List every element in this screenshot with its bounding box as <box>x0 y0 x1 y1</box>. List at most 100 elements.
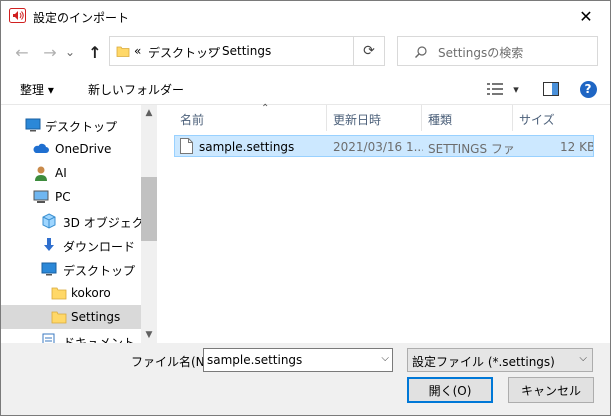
file-icon <box>180 138 193 154</box>
sidebar-item-label: デスクトップ <box>45 120 118 134</box>
command-toolbar: 整理 ▾ 新しいフォルダー ▾ ? <box>1 73 610 105</box>
dialog-footer: ファイル名(N): sample.settings ⌵ 設定ファイル (*.se… <box>1 343 610 415</box>
details-view-icon <box>487 83 503 95</box>
search-box[interactable]: Settingsの検索 <box>397 36 598 66</box>
sidebar-item-label: Settings <box>71 310 121 324</box>
filename-label: ファイル名(N): <box>131 355 214 369</box>
sidebar-item-pc[interactable]: PC <box>1 185 141 209</box>
column-header-label: 種類 <box>428 113 453 127</box>
close-icon: ✕ <box>579 6 593 26</box>
navigation-bar: ← → ⌄ ↑ « デスクトップ › Settings ⟳ Settingsの検… <box>1 31 610 73</box>
file-row[interactable]: sample.settings 2021/03/16 1... SETTINGS… <box>174 135 594 157</box>
title-bar: 設定のインポート ✕ <box>1 1 610 31</box>
forward-button[interactable]: → <box>40 42 60 62</box>
chevron-down-icon: ▾ <box>513 82 519 96</box>
open-button[interactable]: 開く(O) <box>407 377 493 403</box>
scrollbar-thumb[interactable] <box>141 177 157 241</box>
help-glyph: ? <box>584 82 592 96</box>
computer-icon <box>33 190 49 203</box>
import-settings-dialog: 設定のインポート ✕ ← → ⌄ ↑ « デスクトップ › Settings ⟳… <box>0 0 611 416</box>
divider <box>353 36 354 66</box>
sidebar-item-desktop[interactable]: デスクトップ <box>1 113 141 137</box>
sidebar-item-label: OneDrive <box>55 142 112 156</box>
sidebar-item-label: デスクトップ <box>63 264 136 278</box>
preview-pane-icon <box>543 82 559 96</box>
cube-icon <box>42 213 56 229</box>
download-icon <box>44 238 54 251</box>
chevron-down-icon: ⌄ <box>64 45 76 59</box>
document-icon <box>42 333 55 343</box>
folder-icon <box>51 311 67 324</box>
file-type: SETTINGS ファ... <box>428 142 514 156</box>
address-overflow[interactable]: « <box>134 44 141 58</box>
navigation-pane: デスクトップ OneDrive AI PC 3D オブジェクト ダウンロード デ… <box>1 105 157 343</box>
file-type-value: 設定ファイル (*.settings) <box>412 355 555 369</box>
sidebar-item-label: AI <box>55 166 67 180</box>
column-header-type[interactable]: 種類 <box>422 105 512 131</box>
desktop-icon <box>41 262 57 276</box>
sidebar-item-label: ダウンロード <box>63 240 136 254</box>
chevron-down-icon: ⌵ <box>579 353 587 364</box>
filename-value: sample.settings <box>207 353 303 367</box>
breadcrumb-separator: › <box>208 44 213 58</box>
refresh-button[interactable]: ⟳ <box>357 41 381 61</box>
sidebar-item-kokoro[interactable]: kokoro <box>1 281 141 305</box>
up-button[interactable]: ↑ <box>85 42 105 62</box>
file-list: ⌃ 名前 更新日時 種類 サイズ sample.settings 2021/03… <box>157 103 610 343</box>
desktop-icon <box>25 118 41 132</box>
forward-arrow-icon: → <box>43 42 57 62</box>
new-folder-button[interactable]: 新しいフォルダー <box>88 81 184 99</box>
close-button[interactable]: ✕ <box>563 1 609 31</box>
preview-pane-button[interactable] <box>542 79 560 99</box>
file-name: sample.settings <box>199 140 295 154</box>
column-header-label: サイズ <box>519 113 555 127</box>
organize-button[interactable]: 整理 ▾ <box>20 81 54 99</box>
search-input[interactable]: Settingsの検索 <box>438 44 523 61</box>
column-header-label: 更新日時 <box>333 113 382 127</box>
sidebar-item-label: kokoro <box>71 286 111 300</box>
file-size: 12 KB <box>560 140 593 154</box>
sort-ascending-icon: ⌃ <box>261 103 270 114</box>
column-header-modified[interactable]: 更新日時 <box>327 105 422 131</box>
sidebar-item-desktop-pc[interactable]: デスクトップ <box>1 257 141 281</box>
help-icon: ? <box>579 80 597 98</box>
scroll-up-button[interactable]: ▲ <box>141 105 157 121</box>
cancel-button[interactable]: キャンセル <box>508 377 594 403</box>
sidebar-item-label: PC <box>55 190 71 204</box>
chevron-up-icon: ▲ <box>145 108 153 118</box>
view-options-dropdown[interactable]: ▾ <box>509 79 523 99</box>
back-arrow-icon: ← <box>15 42 29 62</box>
chevron-down-icon[interactable]: ⌵ <box>381 353 389 364</box>
filename-field[interactable]: sample.settings ⌵ <box>203 348 393 372</box>
navigation-scrollbar[interactable]: ▲ ▼ <box>141 105 157 343</box>
column-header-size[interactable]: サイズ <box>513 105 593 131</box>
cloud-icon <box>33 143 49 153</box>
column-header-label: 名前 <box>180 113 205 127</box>
column-header-name[interactable]: ⌃ 名前 <box>174 103 327 131</box>
sidebar-item-documents[interactable]: ドキュメント <box>1 329 141 343</box>
breadcrumb-settings[interactable]: Settings <box>222 44 271 58</box>
sidebar-item-label: ドキュメント <box>63 336 136 343</box>
change-view-button[interactable] <box>487 79 503 99</box>
app-speaker-icon <box>9 8 26 23</box>
sidebar-item-ai[interactable]: AI <box>1 161 141 185</box>
folder-icon <box>116 46 130 57</box>
file-type-select[interactable]: 設定ファイル (*.settings) ⌵ <box>407 348 593 372</box>
refresh-icon: ⟳ <box>363 43 375 59</box>
sidebar-item-settings[interactable]: Settings <box>1 305 141 329</box>
sidebar-item-3d-objects[interactable]: 3D オブジェクト <box>1 209 156 233</box>
help-button[interactable]: ? <box>579 79 597 99</box>
sidebar-item-onedrive[interactable]: OneDrive <box>1 137 141 161</box>
recent-locations-button[interactable]: ⌄ <box>63 42 77 62</box>
scroll-down-button[interactable]: ▼ <box>141 327 157 343</box>
chevron-down-icon: ▼ <box>145 330 153 340</box>
search-icon <box>415 46 427 58</box>
user-icon <box>35 166 47 181</box>
back-button[interactable]: ← <box>12 42 32 62</box>
up-arrow-icon: ↑ <box>88 42 102 62</box>
window-title: 設定のインポート <box>33 11 130 25</box>
file-modified: 2021/03/16 1... <box>333 140 423 154</box>
address-bar[interactable]: « デスクトップ › Settings <box>109 36 385 66</box>
folder-icon <box>51 287 67 300</box>
sidebar-item-downloads[interactable]: ダウンロード <box>1 233 141 257</box>
